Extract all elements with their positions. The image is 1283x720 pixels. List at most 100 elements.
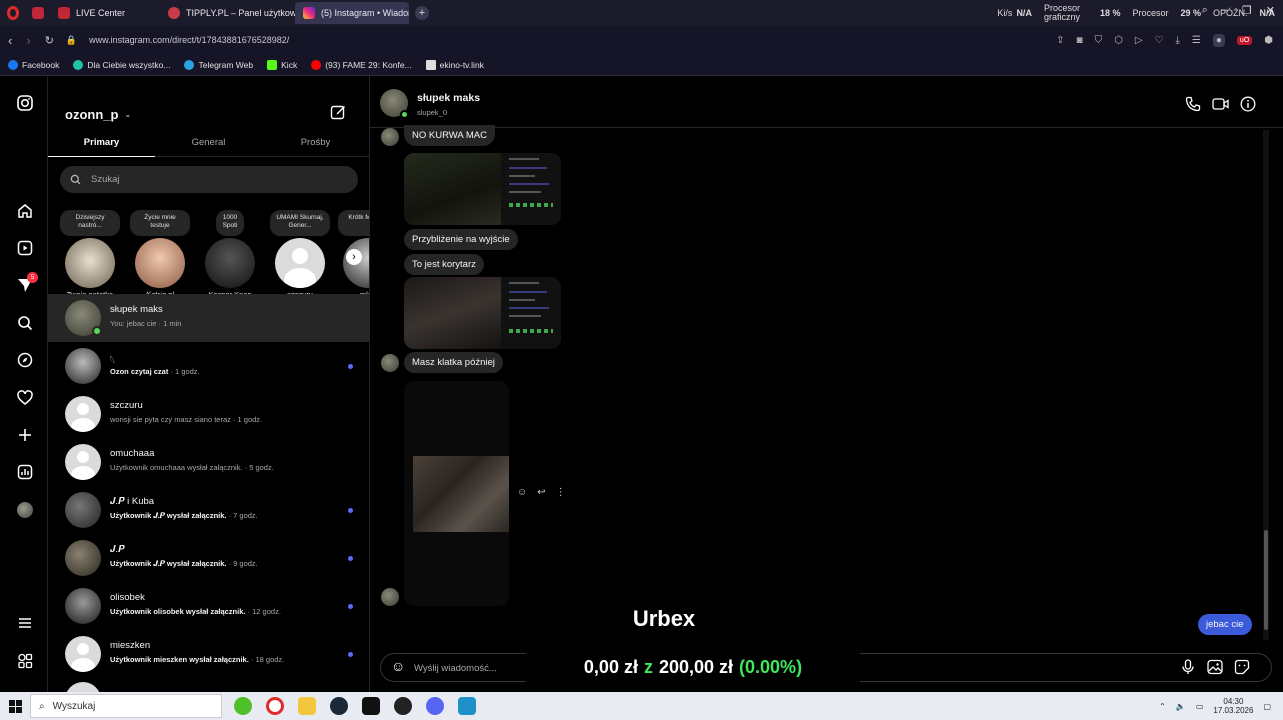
extension-icon[interactable]: ⬡ — [1114, 35, 1123, 46]
close-icon[interactable]: ✕ — [1266, 4, 1275, 17]
phone-call-icon[interactable] — [1185, 96, 1201, 117]
cube-icon[interactable]: ⬢ — [1264, 35, 1273, 46]
chat-scrollbar[interactable] — [1263, 130, 1269, 640]
share-icon[interactable]: ⇪ — [1056, 35, 1064, 46]
tab-requests[interactable]: Prośby — [262, 131, 369, 157]
app-green-icon[interactable] — [234, 697, 252, 715]
conversation-item[interactable]: 𝑱.𝑷 i Kuba Użytkownik 𝑱.𝑷 wysłał załączn… — [48, 486, 369, 534]
contact-name[interactable]: słupek maks — [417, 92, 480, 104]
note-katrin[interactable]: Życie mnie testuje 𝐾𝑎𝑡𝑟𝑖𝑛.𝑝𝑙 — [130, 210, 190, 300]
more-options-icon[interactable]: ⋮ — [556, 487, 566, 498]
steam-icon[interactable] — [330, 697, 348, 715]
bookmark-ekino[interactable]: ekino-tv.link — [425, 59, 484, 70]
browser-search-icon[interactable]: ⌕ — [1202, 4, 1208, 17]
image-upload-icon[interactable] — [1207, 659, 1223, 680]
conversation-item[interactable]: słupek maks You: jebac cie · 1 min — [48, 294, 369, 342]
bookmark-facebook[interactable]: Facebook — [8, 59, 59, 70]
tab-pinned[interactable] — [26, 2, 50, 24]
ublock-icon[interactable]: uO — [1236, 35, 1253, 45]
overlay-percent: (0.00%) — [739, 656, 803, 677]
opera-taskbar-icon[interactable] — [266, 697, 284, 715]
note-own[interactable]: Dzisiejszy nastró... Twoja notatka — [60, 210, 120, 299]
file-explorer-icon[interactable] — [298, 697, 316, 715]
info-icon[interactable] — [1240, 96, 1256, 117]
new-tab-plus-icon[interactable]: + — [415, 6, 429, 20]
conversation-item[interactable]: mieszken Użytkownik mieszken wysłał załą… — [48, 630, 369, 678]
conversation-item[interactable]: olisobek Użytkownik olisobek wysłał załą… — [48, 582, 369, 630]
message-bubble[interactable]: NO KURWA MAC — [404, 125, 495, 146]
note-kacper[interactable]: 1000 Spoti Kacper Knap — [200, 210, 260, 299]
bookmark-kick[interactable]: Kick — [267, 59, 297, 70]
play-icon[interactable]: ▷ — [1135, 35, 1143, 46]
home-icon[interactable] — [14, 200, 36, 222]
account-switcher[interactable]: ozonn_p ⌄ — [65, 107, 131, 122]
compose-icon[interactable] — [330, 104, 346, 125]
message-bubble[interactable]: Masz klatka później — [404, 352, 503, 373]
network-icon[interactable]: ▭ — [1196, 702, 1204, 711]
tray-chevron-up-icon[interactable]: ⌃ — [1159, 702, 1166, 711]
messages-icon[interactable]: 5 — [14, 272, 38, 296]
camera-icon[interactable]: ◙ — [1077, 35, 1083, 46]
volume-icon[interactable]: 🔈 — [1176, 702, 1186, 711]
search-icon[interactable] — [14, 312, 36, 334]
message-bubble[interactable]: Przybliżenie na wyjście — [404, 229, 518, 250]
tiktok-icon[interactable] — [362, 697, 380, 715]
sent-message-bubble[interactable]: jebac cie — [1198, 614, 1252, 635]
apps-grid-icon[interactable] — [14, 650, 36, 672]
instagram-logo-icon[interactable] — [14, 92, 36, 114]
emoji-icon[interactable]: ☺ — [391, 658, 405, 674]
opera-logo-icon[interactable] — [0, 0, 26, 26]
clock[interactable]: 04:30 17.03.2026 — [1213, 697, 1253, 715]
more-menu-icon[interactable] — [14, 612, 36, 634]
sticker-icon[interactable] — [1234, 659, 1250, 680]
back-icon[interactable]: ‹ — [8, 33, 12, 48]
download-icon[interactable]: ⤓ — [1175, 35, 1179, 46]
bookmark-fame[interactable]: (93) FAME 29: Konfe... — [311, 59, 412, 70]
video-call-icon[interactable] — [1212, 96, 1229, 117]
profile-icon[interactable]: ● — [1212, 33, 1225, 47]
tab-instagram[interactable]: (5) Instagram • Wiadomości — [295, 2, 409, 24]
url-field[interactable]: www.instagram.com/direct/t/1784388167652… — [89, 35, 289, 45]
notes-scroll-right-icon[interactable]: › — [346, 249, 362, 265]
conversation-item[interactable]: szczuru wonsji sie pyta czy masz siano t… — [48, 390, 369, 438]
search-input[interactable]: Szukaj — [60, 166, 358, 193]
image-attachment[interactable] — [404, 153, 561, 225]
video-attachment[interactable] — [404, 381, 509, 606]
tab-live-center[interactable]: LIVE Center — [50, 2, 160, 24]
minimize-icon[interactable]: – — [1222, 4, 1228, 17]
reload-icon[interactable]: ↻ — [45, 34, 54, 47]
shield-icon[interactable]: ⛉ — [1095, 35, 1103, 46]
restore-icon[interactable]: ❐ — [1242, 4, 1252, 17]
media-player-icon[interactable] — [458, 697, 476, 715]
tab-primary[interactable]: Primary — [48, 131, 155, 157]
message-bubble[interactable]: To jest korytarz — [404, 254, 484, 275]
reels-icon[interactable] — [14, 237, 36, 259]
scrollbar-thumb[interactable] — [1264, 530, 1268, 630]
heart-icon[interactable] — [14, 387, 36, 409]
bookmark-dla-ciebie[interactable]: Dla Ciebie wszystko... — [73, 59, 170, 70]
notifications-icon[interactable]: ▢ — [1263, 702, 1271, 711]
image-attachment[interactable] — [404, 277, 561, 349]
menu-icon[interactable]: ☰ — [1192, 35, 1201, 46]
taskbar-search[interactable]: ⌕ Wyszukaj — [30, 694, 222, 718]
profile-avatar[interactable] — [14, 499, 36, 521]
conversation-item[interactable]: omuchaaa Użytkownik omuchaaa wysłał załą… — [48, 438, 369, 486]
microphone-icon[interactable] — [1181, 659, 1195, 680]
react-emoji-icon[interactable]: ☺ — [517, 487, 527, 498]
forward-icon[interactable]: › — [26, 33, 30, 48]
heart-icon[interactable]: ♡ — [1155, 35, 1164, 46]
discord-icon[interactable] — [426, 697, 444, 715]
reply-icon[interactable]: ↩ — [537, 487, 545, 498]
obs-icon[interactable] — [394, 697, 412, 715]
windows-start-icon[interactable] — [0, 699, 30, 713]
conversation-item[interactable]: 𝑱.𝑷 Użytkownik 𝑱.𝑷 wysłał załącznik. · 9… — [48, 534, 369, 582]
create-plus-icon[interactable] — [14, 424, 36, 446]
tab-general[interactable]: General — [155, 131, 262, 157]
conversation-name: olisobek — [110, 592, 145, 603]
dashboard-icon[interactable] — [14, 461, 36, 483]
note-szczuru[interactable]: UMAMI Skurnaj, Gener... szczuru — [270, 210, 330, 299]
bookmark-telegram[interactable]: Telegram Web — [184, 59, 253, 70]
tab-tipply[interactable]: TIPPLY.PL – Panel użytkow — [160, 2, 295, 24]
conversation-item[interactable]: 𓆩 Ozon czytaj czat · 1 godz. — [48, 342, 369, 390]
explore-icon[interactable] — [14, 349, 36, 371]
